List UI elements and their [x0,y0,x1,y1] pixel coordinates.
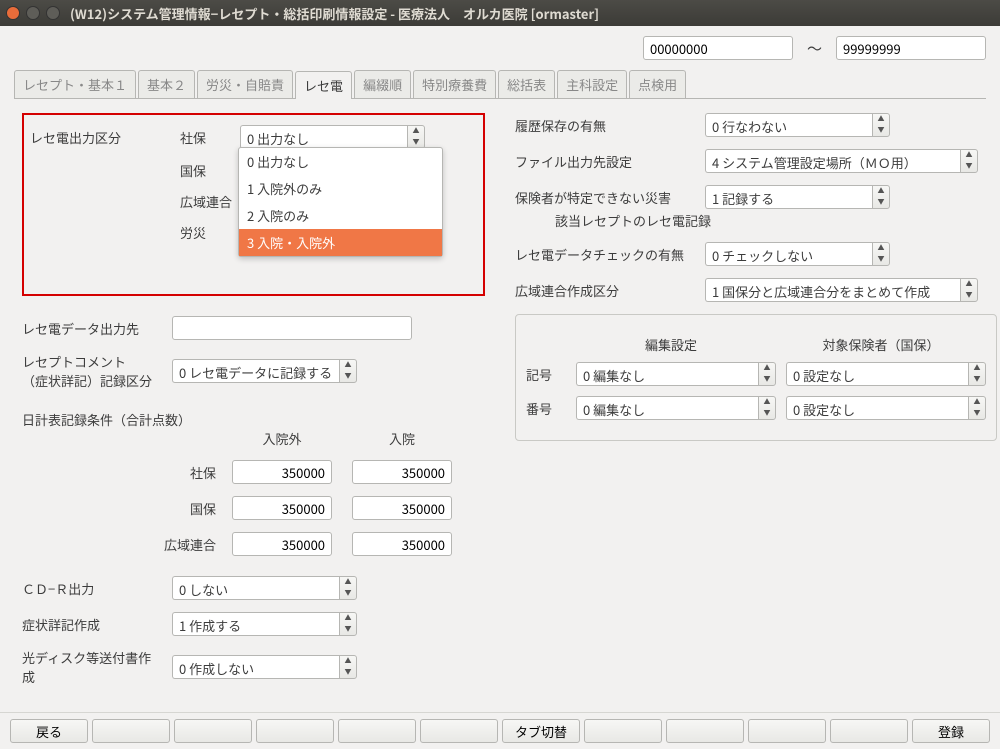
footer-btn-10[interactable] [748,719,826,743]
dropdown-item-0[interactable]: 0 出力なし [239,148,442,175]
rireki-combobox[interactable]: 0 行なわない ▲▼ [705,113,890,137]
dropdown-item-1[interactable]: 1 入院外のみ [239,175,442,202]
koiki-label: 広域連合 [180,192,240,211]
tens-koiki-out[interactable] [232,532,332,556]
tab-basic2[interactable]: 基本２ [138,70,195,98]
tens-kokuho-in[interactable] [352,496,452,520]
tab-tenken[interactable]: 点検用 [629,70,686,98]
footer-btn-6[interactable] [420,719,498,743]
rousai-label: 労災 [180,223,240,242]
range-separator: 〜 [807,38,822,59]
shaho-label: 社保 [180,128,240,147]
bangou-label: 番号 [526,399,566,418]
back-button[interactable]: 戻る [10,719,88,743]
shaho-dropdown-list[interactable]: 0 出力なし 1 入院外のみ 2 入院のみ 3 入院・入院外 [238,147,443,257]
fileout-combobox[interactable]: 4 システム管理設定場所（ＭＯ用） ▲▼ [705,149,978,173]
range-to-input[interactable] [836,36,986,60]
shoki-combobox[interactable]: 1 作成する ▲▼ [172,612,357,636]
tens-hdr-in: 入院 [352,429,452,448]
bangou-edit-combobox[interactable]: 0 編集なし ▲▼ [576,396,776,420]
output-category-box: レセ電出力区分 社保 0 出力なし ▲▼ 国保 広域連合 労災 0 出力なし 1… [22,113,485,296]
tab-shuka[interactable]: 主科設定 [557,70,627,98]
register-button[interactable]: 登録 [912,719,990,743]
footer-btn-5[interactable] [338,719,416,743]
koiki-kubun-combobox[interactable]: 1 国保分と広域連合分をまとめて作成 ▲▼ [705,278,978,302]
tab-order[interactable]: 編綴順 [354,70,411,98]
footer: 戻る タブ切替 登録 [0,712,1000,749]
window-title: (W12)システム管理情報−レセプト・総括印刷情報設定 - 医療法人 オルカ医院… [70,4,599,23]
minimize-icon[interactable] [26,6,40,20]
footer-btn-2[interactable] [92,719,170,743]
kokuho-label: 国保 [180,161,240,180]
koiki-kubun-label: 広域連合作成区分 [515,281,705,300]
kigou-target-combobox[interactable]: 0 設定なし ▲▼ [786,362,986,386]
tens-shaho-out[interactable] [232,460,332,484]
footer-btn-11[interactable] [830,719,908,743]
daily-record-conditions: 日計表記録条件（合計点数） 入院外 入院 社保 国保 [22,410,485,556]
tens-kokuho-out[interactable] [232,496,332,520]
saigai-label1: 保険者が特定できない災害 [515,188,705,207]
edit-hdr2: 対象保険者（国保） [776,335,986,354]
data-output-dest-input[interactable] [172,316,412,340]
cdr-combobox[interactable]: 0 しない ▲▼ [172,576,357,600]
tab-receipt-basic1[interactable]: レセプト・基本１ [14,70,136,98]
rireki-label: 履歴保存の有無 [515,116,705,135]
range-from-input[interactable] [643,36,793,60]
footer-btn-8[interactable] [584,719,662,743]
check-label: レセ電データチェックの有無 [515,245,705,264]
hikari-combobox[interactable]: 0 作成しない ▲▼ [172,655,357,679]
footer-btn-4[interactable] [256,719,334,743]
hikari-label: 光ディスク等送付書作成 [22,648,172,686]
data-output-dest-label: レセ電データ出力先 [22,319,172,338]
shaho-combobox[interactable]: 0 出力なし ▲▼ [240,125,425,149]
tens-hdr-out: 入院外 [232,429,332,448]
comment-record-label: レセプトコメント （症状詳記）記録区分 [22,352,172,390]
saigai-combobox[interactable]: 1 記録する ▲▼ [705,185,890,209]
titlebar: (W12)システム管理情報−レセプト・総括印刷情報設定 - 医療法人 オルカ医院… [0,0,1000,26]
cdr-label: ＣＤ−Ｒ出力 [22,579,172,598]
tabs: レセプト・基本１ 基本２ 労災・自賠責 レセ電 編綴順 特別療養費 総括表 主科… [14,70,986,99]
fileout-label: ファイル出力先設定 [515,152,705,171]
maximize-icon[interactable] [46,6,60,20]
tens-shaho-in[interactable] [352,460,452,484]
tab-soukatsu[interactable]: 総括表 [498,70,555,98]
tab-switch-button[interactable]: タブ切替 [502,719,580,743]
tens-koiki-in[interactable] [352,532,452,556]
footer-btn-9[interactable] [666,719,744,743]
footer-btn-3[interactable] [174,719,252,743]
comment-record-combobox[interactable]: 0 レセ電データに記録する ▲▼ [172,359,357,383]
kigou-edit-combobox[interactable]: 0 編集なし ▲▼ [576,362,776,386]
tab-receden[interactable]: レセ電 [295,71,352,99]
saigai-label2: 該当レセプトのレセ電記録 [555,211,978,230]
output-category-label: レセ電出力区分 [30,128,180,147]
edit-settings-fieldset: 編集設定 対象保険者（国保） 記号 0 編集なし ▲▼ 0 設定なし ▲▼ [515,314,997,441]
tab-rousai[interactable]: 労災・自賠責 [197,70,293,98]
check-combobox[interactable]: 0 チェックしない ▲▼ [705,242,890,266]
tab-special[interactable]: 特別療養費 [413,70,496,98]
dropdown-item-3[interactable]: 3 入院・入院外 [239,229,442,256]
tens-title: 日計表記録条件（合計点数） [22,410,485,429]
close-icon[interactable] [6,6,20,20]
dropdown-item-2[interactable]: 2 入院のみ [239,202,442,229]
shoki-label: 症状詳記作成 [22,615,172,634]
kigou-label: 記号 [526,365,566,384]
edit-hdr1: 編集設定 [566,335,776,354]
bangou-target-combobox[interactable]: 0 設定なし ▲▼ [786,396,986,420]
